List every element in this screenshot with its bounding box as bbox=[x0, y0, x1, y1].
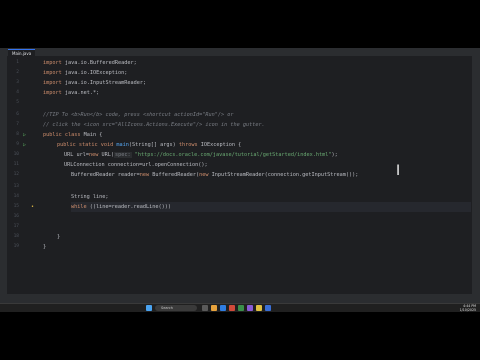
comment-line: //TIP To <b>Run</b> code, press <shortcu… bbox=[43, 112, 234, 118]
code-line: } bbox=[57, 234, 61, 240]
current-code-line: while ((line=reader.readLine())) bbox=[71, 202, 471, 212]
run-main-icon[interactable]: ▷ bbox=[23, 140, 26, 150]
run-class-icon[interactable]: ▷ bbox=[23, 130, 26, 140]
line-number: 5 bbox=[16, 100, 19, 105]
line-number: 15 bbox=[13, 204, 19, 209]
line-number: 11 bbox=[13, 162, 19, 167]
line-number: 12 bbox=[13, 172, 19, 177]
taskbar-search[interactable]: Search bbox=[155, 305, 197, 311]
line-number: 13 bbox=[13, 184, 19, 189]
line-number: 3 bbox=[16, 80, 19, 85]
line-number: 7 bbox=[16, 122, 19, 127]
code-line: import java.io.BufferedReader; bbox=[43, 60, 137, 66]
code-line: String line; bbox=[71, 194, 109, 200]
code-line: BufferedReader reader=new BufferedReader… bbox=[71, 172, 359, 178]
left-tool-strip bbox=[0, 56, 7, 304]
system-clock[interactable]: 4:44 PM 1/10/2025 bbox=[460, 304, 476, 312]
intention-bulb-icon[interactable]: • bbox=[31, 202, 34, 212]
code-line: } bbox=[43, 244, 47, 250]
line-number: 14 bbox=[13, 194, 19, 199]
app-icon[interactable] bbox=[238, 305, 244, 311]
app-icon[interactable] bbox=[265, 305, 271, 311]
line-number: 16 bbox=[13, 214, 19, 219]
line-number: 4 bbox=[16, 90, 19, 95]
line-number: 17 bbox=[13, 224, 19, 229]
text-cursor-icon: I bbox=[396, 163, 401, 179]
clock-date: 1/10/2025 bbox=[459, 308, 476, 312]
code-line: import java.io.IOException; bbox=[43, 70, 128, 76]
windows-taskbar: Search 4:44 PM 1/10/2025 bbox=[0, 303, 480, 312]
ide-window: Main.java 1 2 3 4 5 6 7 8 ▷ 9 ▷ 10 11 12… bbox=[0, 48, 480, 312]
start-icon[interactable] bbox=[146, 305, 152, 311]
line-number: 6 bbox=[16, 112, 19, 117]
line-number: 1 bbox=[16, 60, 19, 65]
code-line: public class Main { bbox=[43, 132, 103, 138]
line-number: 10 bbox=[13, 152, 19, 157]
line-number: 18 bbox=[13, 234, 19, 239]
code-line: import java.io.InputStreamReader; bbox=[43, 80, 147, 86]
comment-line: // click the <icon src="AllIcons.Actions… bbox=[43, 122, 265, 128]
code-line: public static void main(String[] args) t… bbox=[57, 142, 242, 148]
code-line: URL url=new URL(spec: "https://docs.orac… bbox=[64, 152, 338, 158]
right-tool-strip bbox=[472, 56, 480, 304]
task-view-icon[interactable] bbox=[202, 305, 208, 311]
code-line: import java.net.*; bbox=[43, 90, 100, 96]
code-editor[interactable]: import java.io.BufferedReader; import ja… bbox=[37, 56, 472, 294]
parameter-hint: spec: bbox=[114, 152, 132, 158]
line-number: 8 bbox=[16, 132, 19, 137]
file-explorer-icon[interactable] bbox=[211, 305, 217, 311]
line-number: 2 bbox=[16, 70, 19, 75]
line-number-gutter: 1 2 3 4 5 6 7 8 ▷ 9 ▷ 10 11 12 13 14 15 … bbox=[7, 56, 37, 294]
line-number: 9 bbox=[16, 142, 19, 147]
app-icon[interactable] bbox=[256, 305, 262, 311]
app-icon[interactable] bbox=[229, 305, 235, 311]
edge-icon[interactable] bbox=[220, 305, 226, 311]
intellij-icon[interactable] bbox=[247, 305, 253, 311]
line-number: 19 bbox=[13, 244, 19, 249]
editor-tab-bar: Main.java bbox=[0, 48, 480, 57]
code-line: URLConnection connection=url.openConnect… bbox=[64, 162, 208, 168]
